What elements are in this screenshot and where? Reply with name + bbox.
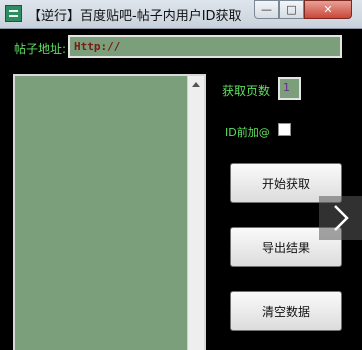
url-label: 帖子地址:	[14, 42, 67, 56]
maximize-button[interactable]: □	[279, 0, 304, 19]
result-list[interactable]	[13, 74, 206, 350]
pages-input[interactable]: 1	[278, 77, 301, 100]
close-button[interactable]: ✕	[304, 0, 352, 19]
app-icon	[5, 5, 22, 22]
pages-label: 获取页数	[222, 84, 271, 98]
title-bar[interactable]: 【逆行】百度贴吧-帖子内用户ID获取 — □ ✕	[0, 0, 362, 29]
window-title: 【逆行】百度贴吧-帖子内用户ID获取	[28, 9, 242, 24]
clear-button[interactable]: 清空数据	[230, 291, 342, 331]
result-scrollbar[interactable]	[187, 76, 204, 350]
scroll-up-arrow-icon[interactable]	[188, 76, 204, 92]
at-prefix-label: ID前加@	[225, 126, 270, 139]
minimize-button[interactable]: —	[254, 0, 279, 19]
chevron-right-icon[interactable]	[319, 196, 362, 240]
at-prefix-checkbox[interactable]	[278, 123, 291, 136]
url-input[interactable]	[68, 35, 342, 58]
